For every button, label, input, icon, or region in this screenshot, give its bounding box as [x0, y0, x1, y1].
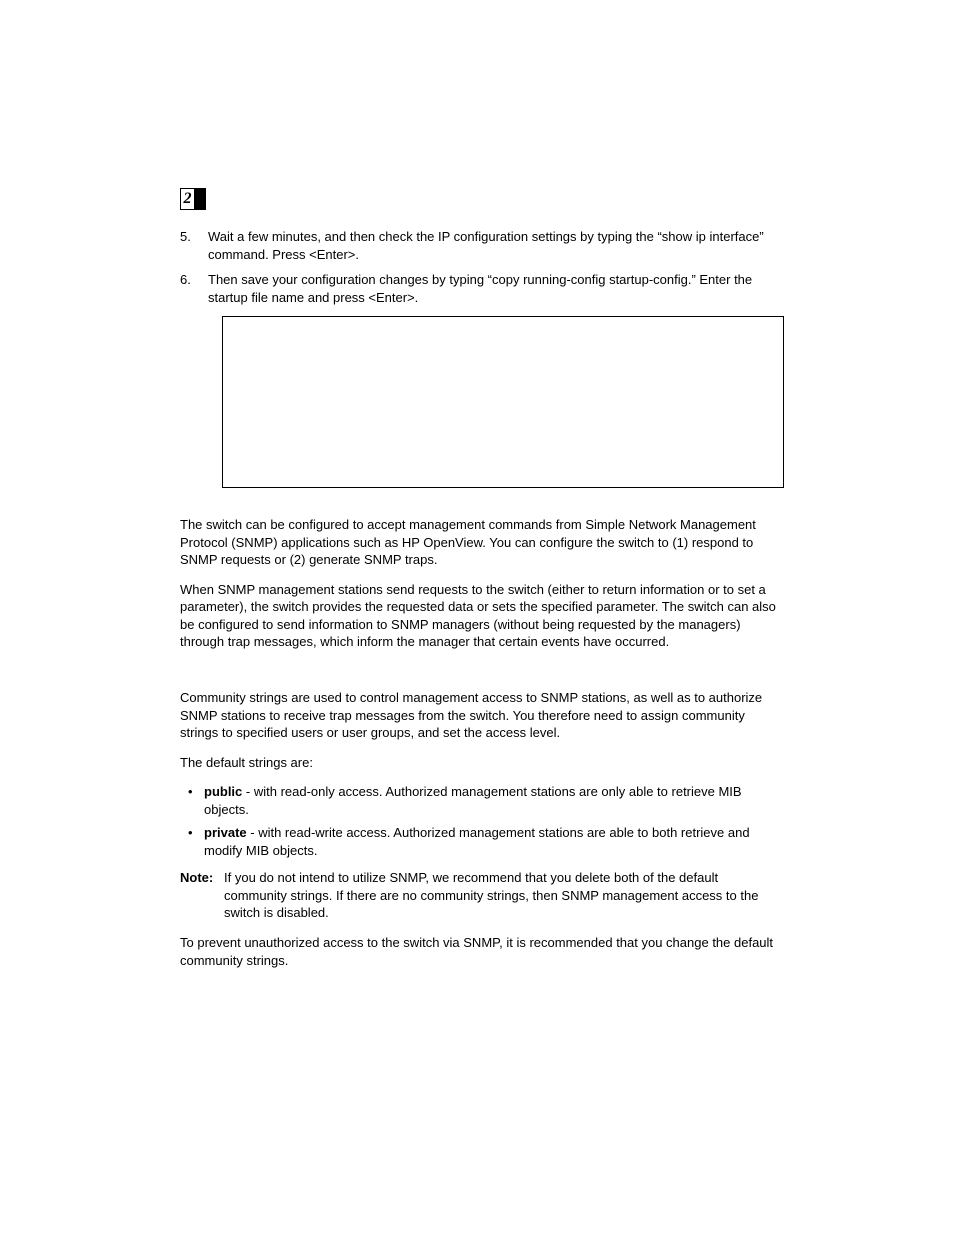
step-list: 5. Wait a few minutes, and then check th…: [180, 228, 784, 306]
default-strings-list: • public - with read-only access. Author…: [180, 783, 784, 859]
list-item: • private - with read-write access. Auth…: [180, 824, 784, 859]
list-item-text: private - with read-write access. Author…: [204, 824, 784, 859]
note-block: Note: If you do not intend to utilize SN…: [180, 869, 784, 922]
paragraph: To prevent unauthorized access to the sw…: [180, 934, 784, 969]
step-number: 5.: [180, 228, 208, 263]
string-name: public: [204, 784, 242, 799]
step-text: Wait a few minutes, and then check the I…: [208, 228, 784, 263]
chapter-number: 2: [184, 190, 192, 208]
bullet-icon: •: [188, 824, 204, 859]
page-content: 5. Wait a few minutes, and then check th…: [180, 228, 784, 969]
string-desc: - with read-only access. Authorized mana…: [204, 784, 742, 817]
string-name: private: [204, 825, 247, 840]
document-page: 2 5. Wait a few minutes, and then check …: [0, 0, 954, 969]
paragraph: The default strings are:: [180, 754, 784, 772]
bullet-icon: •: [188, 783, 204, 818]
list-item: • public - with read-only access. Author…: [180, 783, 784, 818]
note-text: If you do not intend to utilize SNMP, we…: [224, 869, 784, 922]
step-item: 5. Wait a few minutes, and then check th…: [180, 228, 784, 263]
step-number: 6.: [180, 271, 208, 306]
string-desc: - with read-write access. Authorized man…: [204, 825, 750, 858]
paragraph: Community strings are used to control ma…: [180, 689, 784, 742]
step-text: Then save your configuration changes by …: [208, 271, 784, 306]
paragraph: When SNMP management stations send reque…: [180, 581, 784, 651]
paragraph: The switch can be configured to accept m…: [180, 516, 784, 569]
section-gap: [180, 663, 784, 689]
terminal-box: [222, 316, 784, 488]
note-label: Note:: [180, 869, 224, 922]
chapter-tab: 2: [180, 188, 206, 210]
list-item-text: public - with read-only access. Authoriz…: [204, 783, 784, 818]
step-item: 6. Then save your configuration changes …: [180, 271, 784, 306]
